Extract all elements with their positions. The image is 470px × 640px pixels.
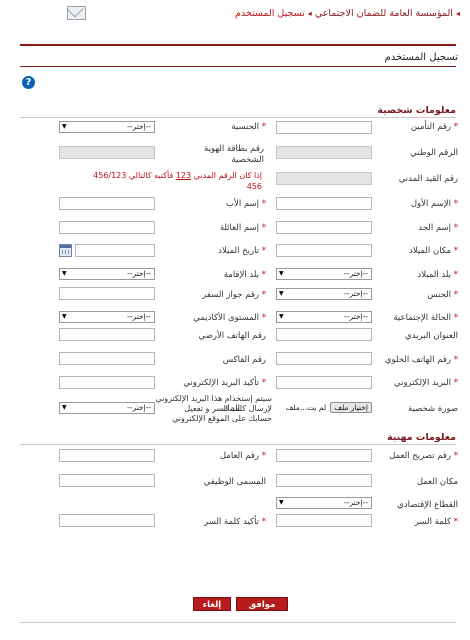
first-name-label: * الإسم الأول bbox=[410, 199, 458, 209]
work-place-label: مكان العمل bbox=[416, 477, 458, 487]
photo-file-input[interactable]: إختيار ملفلم يت...ملف bbox=[286, 402, 372, 413]
email-label: * البريد الإلكتروني bbox=[394, 378, 458, 388]
gender-select[interactable]: ▼ --إختر-- bbox=[276, 288, 372, 300]
email-confirm-input[interactable] bbox=[59, 376, 155, 389]
id-card-no-label: رقم بطاقة الهوية الشخصية bbox=[204, 144, 264, 165]
email-confirm-label: * تأكيد البريد الإلكتروني bbox=[183, 378, 266, 388]
birth-country-label: * بلد الميلاد bbox=[417, 270, 458, 280]
breadcrumb-current: تسجيل المستخدم bbox=[235, 8, 305, 19]
mail-icon[interactable] bbox=[67, 6, 86, 20]
family-name-input[interactable] bbox=[59, 221, 155, 234]
national-no-input[interactable] bbox=[276, 146, 372, 159]
dropdown-arrow-icon: ▼ bbox=[62, 123, 67, 130]
insurance-no-label: * رقم التأمين bbox=[410, 122, 458, 132]
birth-country-select[interactable]: ▼ --إختر-- bbox=[276, 268, 372, 280]
grandfather-name-label: * إسم الجد bbox=[418, 223, 458, 233]
breadcrumb-arrow-icon: ◂ bbox=[455, 9, 460, 18]
nationality-select[interactable]: ▼ --إختر-- bbox=[59, 121, 155, 133]
birth-date-label: * تاريخ الميلاد bbox=[218, 246, 266, 256]
cancel-button[interactable]: إلغاء bbox=[193, 597, 231, 611]
section-divider bbox=[20, 444, 456, 445]
gender-label: * الجنس bbox=[427, 290, 458, 300]
academic-level-label: * المستوى الأكاديمي bbox=[193, 313, 266, 323]
section-professional-title: معلومات مهنية bbox=[386, 432, 456, 443]
mobile-input[interactable] bbox=[276, 352, 372, 365]
bank-select[interactable]: ▼ --إختر-- bbox=[59, 402, 155, 414]
dropdown-arrow-icon: ▼ bbox=[279, 270, 284, 277]
dropdown-arrow-icon: ▼ bbox=[62, 270, 67, 277]
file-status: لم يت...ملف bbox=[285, 403, 327, 412]
family-name-label: * إسم العائلة bbox=[219, 223, 266, 233]
password-input[interactable] bbox=[276, 514, 372, 527]
father-name-input[interactable] bbox=[59, 197, 155, 210]
fax-label: رقم الفاكس bbox=[222, 355, 266, 365]
civil-reg-no-label: رقم القيد المدني bbox=[398, 174, 458, 184]
work-place-input[interactable] bbox=[276, 474, 372, 487]
national-no-label: الرقم الوطني bbox=[410, 148, 458, 158]
password-confirm-label: * تأكيد كلمة السر bbox=[204, 517, 266, 527]
breadcrumb: ◂ المؤسسة العامة للضمان الاجتماعي ◂ تسجي… bbox=[235, 8, 460, 19]
email-input[interactable] bbox=[276, 376, 372, 389]
postal-address-label: العنوان البريدي bbox=[404, 331, 458, 341]
first-name-input[interactable] bbox=[276, 197, 372, 210]
photo-label: صورة شخصية bbox=[408, 404, 458, 414]
economic-sector-select[interactable]: ▼ --إختر-- bbox=[276, 497, 372, 509]
dropdown-arrow-icon: ▼ bbox=[279, 499, 284, 506]
fax-input[interactable] bbox=[59, 352, 155, 365]
work-permit-no-label: * رقم تصريح العمل bbox=[389, 451, 458, 461]
calendar-icon[interactable] bbox=[59, 244, 72, 257]
dropdown-arrow-icon: ▼ bbox=[279, 290, 284, 297]
birth-place-input[interactable] bbox=[276, 244, 372, 257]
insurance-no-input[interactable] bbox=[276, 121, 372, 134]
academic-level-select[interactable]: ▼ --إختر-- bbox=[59, 311, 155, 323]
birth-place-label: * مكان الميلاد bbox=[408, 246, 458, 256]
worker-no-input[interactable] bbox=[59, 449, 155, 462]
header-divider bbox=[20, 44, 456, 46]
job-title-input[interactable] bbox=[59, 474, 155, 487]
breadcrumb-arrow-icon: ◂ bbox=[307, 9, 312, 18]
bank-label: البنك bbox=[222, 404, 240, 414]
section-personal-title: معلومات شخصية bbox=[377, 105, 456, 116]
page-title: تسجيل المستخدم bbox=[384, 52, 458, 63]
father-name-label: * إسم الأب bbox=[225, 199, 266, 209]
worker-no-label: * رقم العامل bbox=[219, 451, 266, 461]
grandfather-name-input[interactable] bbox=[276, 221, 372, 234]
landline-input[interactable] bbox=[59, 328, 155, 341]
help-icon[interactable]: ? bbox=[22, 76, 35, 89]
title-divider bbox=[20, 66, 456, 67]
choose-file-button[interactable]: إختيار ملف bbox=[330, 402, 372, 413]
postal-address-input[interactable] bbox=[276, 328, 372, 341]
mobile-label: * رقم الهاتف الخلوي bbox=[384, 355, 458, 365]
dropdown-arrow-icon: ▼ bbox=[62, 404, 67, 411]
dropdown-arrow-icon: ▼ bbox=[279, 313, 284, 320]
password-confirm-input[interactable] bbox=[59, 514, 155, 527]
economic-sector-label: القطاع الإقتصادي bbox=[397, 500, 458, 510]
birth-date-input[interactable] bbox=[75, 244, 155, 257]
ok-button[interactable]: موافق bbox=[236, 597, 288, 611]
footer-divider bbox=[20, 622, 456, 623]
marital-status-select[interactable]: ▼ --إختر-- bbox=[276, 311, 372, 323]
section-divider bbox=[20, 117, 456, 118]
civil-reg-no-input[interactable] bbox=[276, 172, 372, 185]
dropdown-arrow-icon: ▼ bbox=[62, 313, 67, 320]
id-card-no-input[interactable] bbox=[59, 146, 155, 159]
work-permit-no-input[interactable] bbox=[276, 449, 372, 462]
job-title-label: المسمى الوظيفي bbox=[203, 477, 266, 487]
residence-country-select[interactable]: ▼ --إختر-- bbox=[59, 268, 155, 280]
nationality-label: * الجنسية bbox=[231, 122, 266, 132]
landline-label: رقم الهاتف الأرضي bbox=[198, 331, 266, 341]
passport-no-label: * رقم جواز السفر bbox=[202, 290, 266, 300]
breadcrumb-home[interactable]: المؤسسة العامة للضمان الاجتماعي bbox=[315, 8, 453, 19]
civil-no-hint: إذا كان الرقم المدني 123 فأكتبه كالتالي … bbox=[93, 171, 262, 191]
marital-status-label: * الحالة الإجتماعية bbox=[393, 313, 458, 323]
password-label: * كلمة السر bbox=[414, 517, 458, 527]
passport-no-input[interactable] bbox=[59, 287, 155, 300]
residence-country-label: * بلد الإقامة bbox=[223, 270, 266, 280]
